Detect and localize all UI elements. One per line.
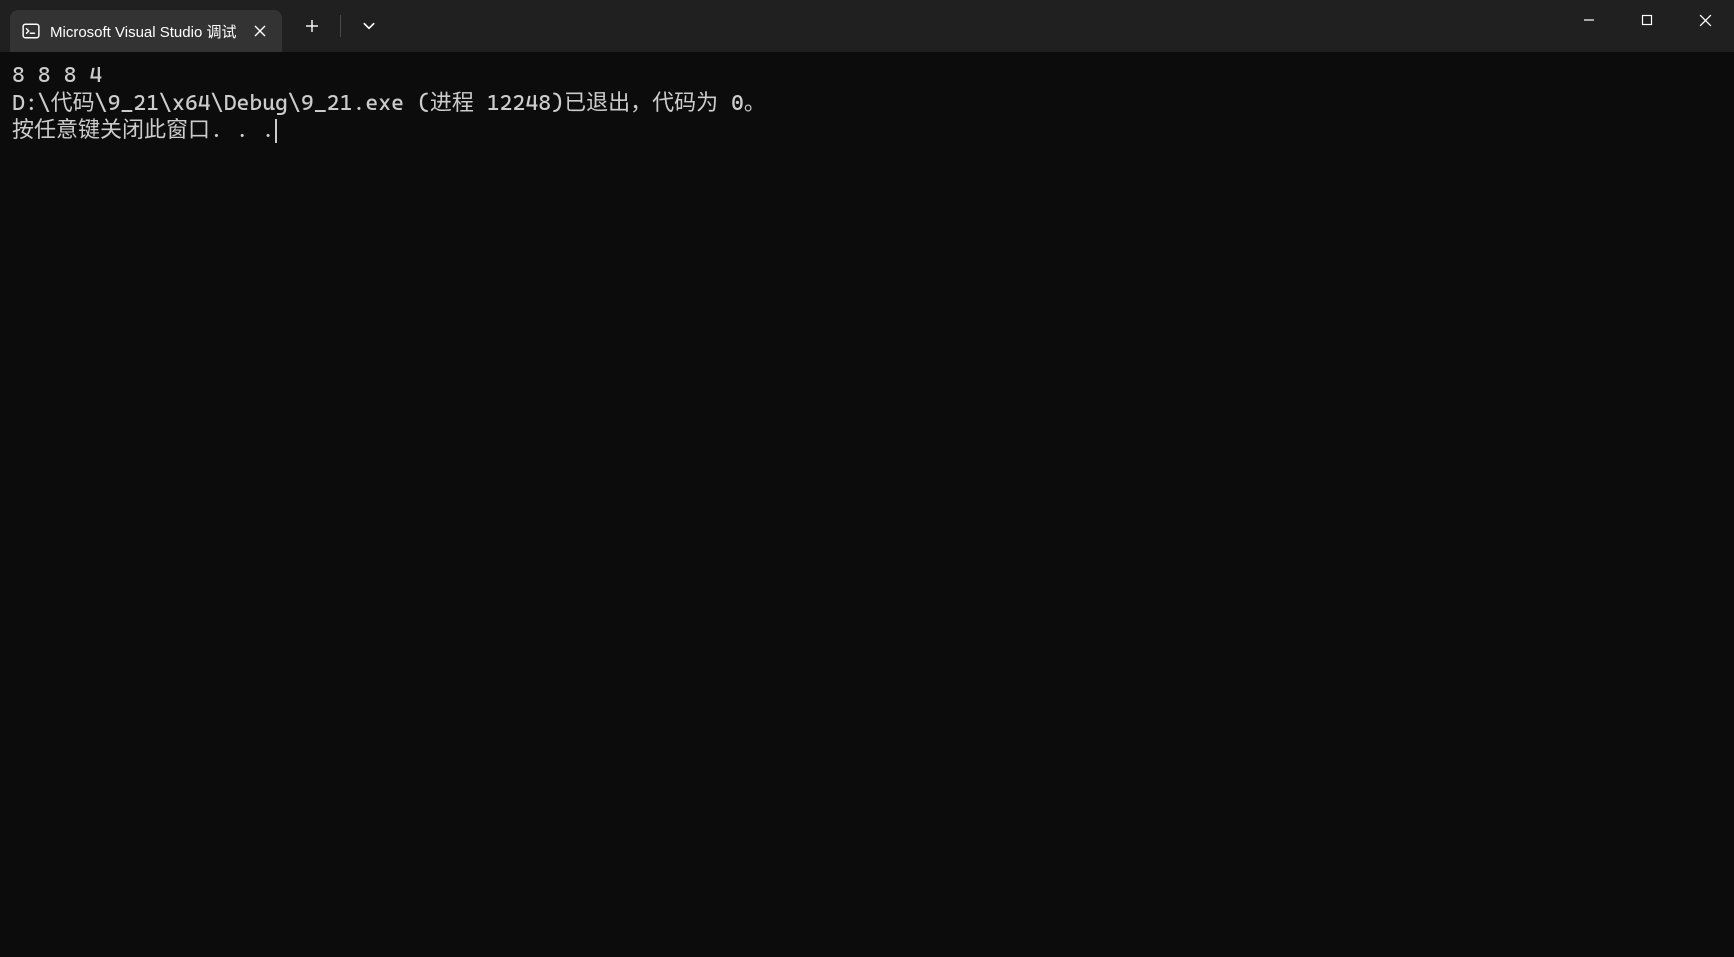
- tab-close-button[interactable]: [250, 21, 270, 41]
- minimize-button[interactable]: [1560, 0, 1618, 40]
- terminal-output[interactable]: 8 8 8 4 D:\代码\9_21\x64\Debug\9_21.exe (进…: [0, 52, 1734, 957]
- new-tab-button[interactable]: [294, 8, 330, 44]
- output-line: 按任意键关闭此窗口. . .: [12, 118, 274, 143]
- terminal-icon: [22, 22, 40, 40]
- close-window-button[interactable]: [1676, 0, 1734, 40]
- tab-active[interactable]: Microsoft Visual Studio 调试: [10, 10, 282, 52]
- tab-actions: [294, 8, 387, 44]
- tab-title: Microsoft Visual Studio 调试: [50, 21, 236, 42]
- maximize-button[interactable]: [1618, 0, 1676, 40]
- output-line: 8 8 8 4: [12, 63, 102, 88]
- window-controls: [1560, 0, 1734, 52]
- text-cursor: [275, 119, 277, 143]
- titlebar: Microsoft Visual Studio 调试: [0, 0, 1734, 52]
- output-line: D:\代码\9_21\x64\Debug\9_21.exe (进程 12248)…: [12, 91, 766, 116]
- tab-dropdown-button[interactable]: [351, 8, 387, 44]
- divider: [340, 15, 341, 37]
